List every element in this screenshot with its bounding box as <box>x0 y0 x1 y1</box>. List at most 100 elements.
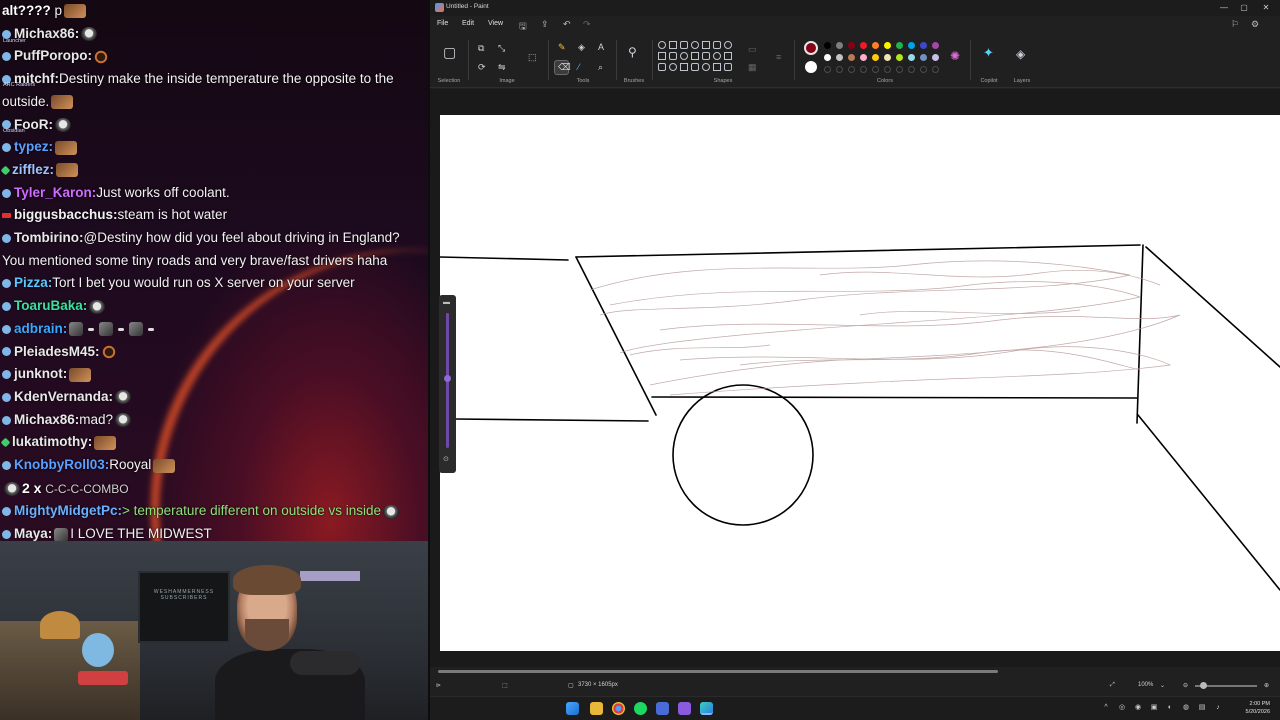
spotify-icon[interactable] <box>634 702 647 715</box>
shape-option-icon[interactable] <box>713 63 721 71</box>
menu-file[interactable]: File <box>437 20 448 27</box>
settings-icon[interactable]: ⚙ <box>1251 19 1259 30</box>
magnifier-icon[interactable]: ⌕ <box>598 62 603 72</box>
undo-icon[interactable]: ↶ <box>563 19 571 30</box>
tray-app-icon[interactable]: ◐ <box>1166 704 1174 712</box>
chat-username[interactable]: Pizza: <box>14 275 52 290</box>
shape-option-icon[interactable] <box>713 52 721 60</box>
chat-username[interactable]: zifflez: <box>12 162 54 177</box>
chat-username[interactable]: PleiadesM45: <box>14 344 100 359</box>
palette-swatch[interactable] <box>836 54 843 61</box>
share-icon[interactable]: ⇪ <box>541 19 549 30</box>
shape-option-icon[interactable] <box>691 41 699 49</box>
resize-icon[interactable]: ⤡ <box>498 43 505 53</box>
dock-item-obsidian[interactable]: Obsidian <box>3 128 25 134</box>
shape-option-icon[interactable] <box>702 63 710 71</box>
chat-username[interactable]: Tombirino: <box>14 230 83 245</box>
palette-swatch[interactable] <box>908 42 915 49</box>
custom-color-slot[interactable] <box>932 66 939 73</box>
custom-color-slot[interactable] <box>836 66 843 73</box>
custom-color-slot[interactable] <box>872 66 879 73</box>
shape-option-icon[interactable] <box>724 41 732 49</box>
tray-app-icon[interactable]: ◍ <box>1182 704 1190 712</box>
palette-swatch[interactable] <box>848 54 855 61</box>
steam-icon[interactable] <box>656 702 669 715</box>
shape-option-icon[interactable] <box>669 52 677 60</box>
minimize-icon[interactable]: — <box>1218 2 1230 14</box>
flip-icon[interactable]: ⇋ <box>498 62 506 72</box>
chat-username[interactable]: KnobbyRoll03: <box>14 457 109 472</box>
shape-option-icon[interactable] <box>691 52 699 60</box>
palette-swatch[interactable] <box>920 42 927 49</box>
shape-option-icon[interactable] <box>691 63 699 71</box>
zoom-out-icon[interactable]: ⊖ <box>1183 682 1188 689</box>
obsidian-icon[interactable] <box>678 702 691 715</box>
shape-option-icon[interactable] <box>702 52 710 60</box>
palette-swatch[interactable] <box>860 54 867 61</box>
palette-swatch[interactable] <box>824 54 831 61</box>
volume-icon[interactable]: ♪ <box>1214 704 1222 712</box>
chat-username[interactable]: adbrain: <box>14 321 67 336</box>
shape-option-icon[interactable] <box>658 41 666 49</box>
chat-username[interactable]: Michax86: <box>14 412 79 427</box>
custom-color-slot[interactable] <box>824 66 831 73</box>
shape-option-icon[interactable] <box>680 63 688 71</box>
palette-swatch[interactable] <box>932 54 939 61</box>
horizontal-scrollbar[interactable] <box>438 670 998 673</box>
shape-option-icon[interactable] <box>680 52 688 60</box>
maximize-icon[interactable]: ▢ <box>1238 2 1250 14</box>
menu-view[interactable]: View <box>488 20 503 27</box>
rotate-icon[interactable]: ⟳ <box>478 62 486 72</box>
shapes-gallery[interactable] <box>658 41 736 77</box>
dock-item-arc-raiders[interactable]: ARC Raiders <box>3 82 35 88</box>
chat-username[interactable]: lukatimothy: <box>12 434 92 449</box>
zoom-slider-knob[interactable] <box>1200 682 1207 689</box>
shape-option-icon[interactable] <box>658 52 666 60</box>
shape-option-icon[interactable] <box>669 41 677 49</box>
taskbar-clock[interactable]: 2:00 PM 5/20/2026 <box>1246 700 1270 716</box>
palette-swatch[interactable] <box>896 54 903 61</box>
palette-swatch[interactable] <box>872 42 879 49</box>
shape-option-icon[interactable] <box>658 63 666 71</box>
tray-app-icon[interactable]: ◎ <box>1118 704 1126 712</box>
fit-icon[interactable]: ⊙ <box>443 455 449 463</box>
palette-swatch[interactable] <box>884 42 891 49</box>
fit-window-icon[interactable]: ⤢ <box>1110 682 1115 689</box>
shape-option-icon[interactable] <box>680 41 688 49</box>
start-icon[interactable] <box>566 702 579 715</box>
tray-app-icon[interactable]: ▣ <box>1150 704 1158 712</box>
palette-swatch[interactable] <box>908 54 915 61</box>
zoom-level[interactable]: 100% <box>1138 682 1153 688</box>
outline-icon[interactable]: ▭ <box>748 44 757 54</box>
pencil-icon[interactable]: ✎ <box>558 42 566 52</box>
chat-username[interactable]: biggusbacchus: <box>14 207 118 222</box>
custom-color-slot[interactable] <box>920 66 927 73</box>
menu-edit[interactable]: Edit <box>462 20 474 27</box>
tray-app-icon[interactable]: ◉ <box>1134 704 1142 712</box>
zoom-dropdown-icon[interactable]: ⌄ <box>1160 682 1165 689</box>
custom-color-slot[interactable] <box>884 66 891 73</box>
palette-swatch[interactable] <box>848 42 855 49</box>
palette-swatch[interactable] <box>872 54 879 61</box>
vertical-zoom-slider[interactable]: ▬ ⊙ <box>439 295 456 473</box>
selection-rect-icon[interactable]: ▢ <box>443 45 456 59</box>
copilot-icon[interactable]: ✦ <box>983 46 994 59</box>
secondary-color[interactable] <box>805 61 817 73</box>
close-icon[interactable]: ✕ <box>1260 2 1272 14</box>
primary-color[interactable] <box>804 41 818 55</box>
vertical-slider-knob[interactable] <box>444 375 451 382</box>
redo-icon[interactable]: ↷ <box>583 19 591 30</box>
dock-item-launcher[interactable]: Launcher <box>3 38 26 44</box>
shape-option-icon[interactable] <box>669 63 677 71</box>
fill-icon[interactable]: ◈ <box>578 42 585 52</box>
chat-username[interactable]: Maya: <box>14 526 52 541</box>
palette-swatch[interactable] <box>860 42 867 49</box>
palette-swatch[interactable] <box>920 54 927 61</box>
custom-color-slot[interactable] <box>860 66 867 73</box>
feedback-icon[interactable]: ⚐ <box>1231 19 1239 30</box>
custom-color-slot[interactable] <box>908 66 915 73</box>
drawing-canvas[interactable] <box>440 115 1280 651</box>
shape-option-icon[interactable] <box>702 41 710 49</box>
shape-option-icon[interactable] <box>713 41 721 49</box>
brush-icon[interactable]: ⚲ <box>628 46 637 58</box>
